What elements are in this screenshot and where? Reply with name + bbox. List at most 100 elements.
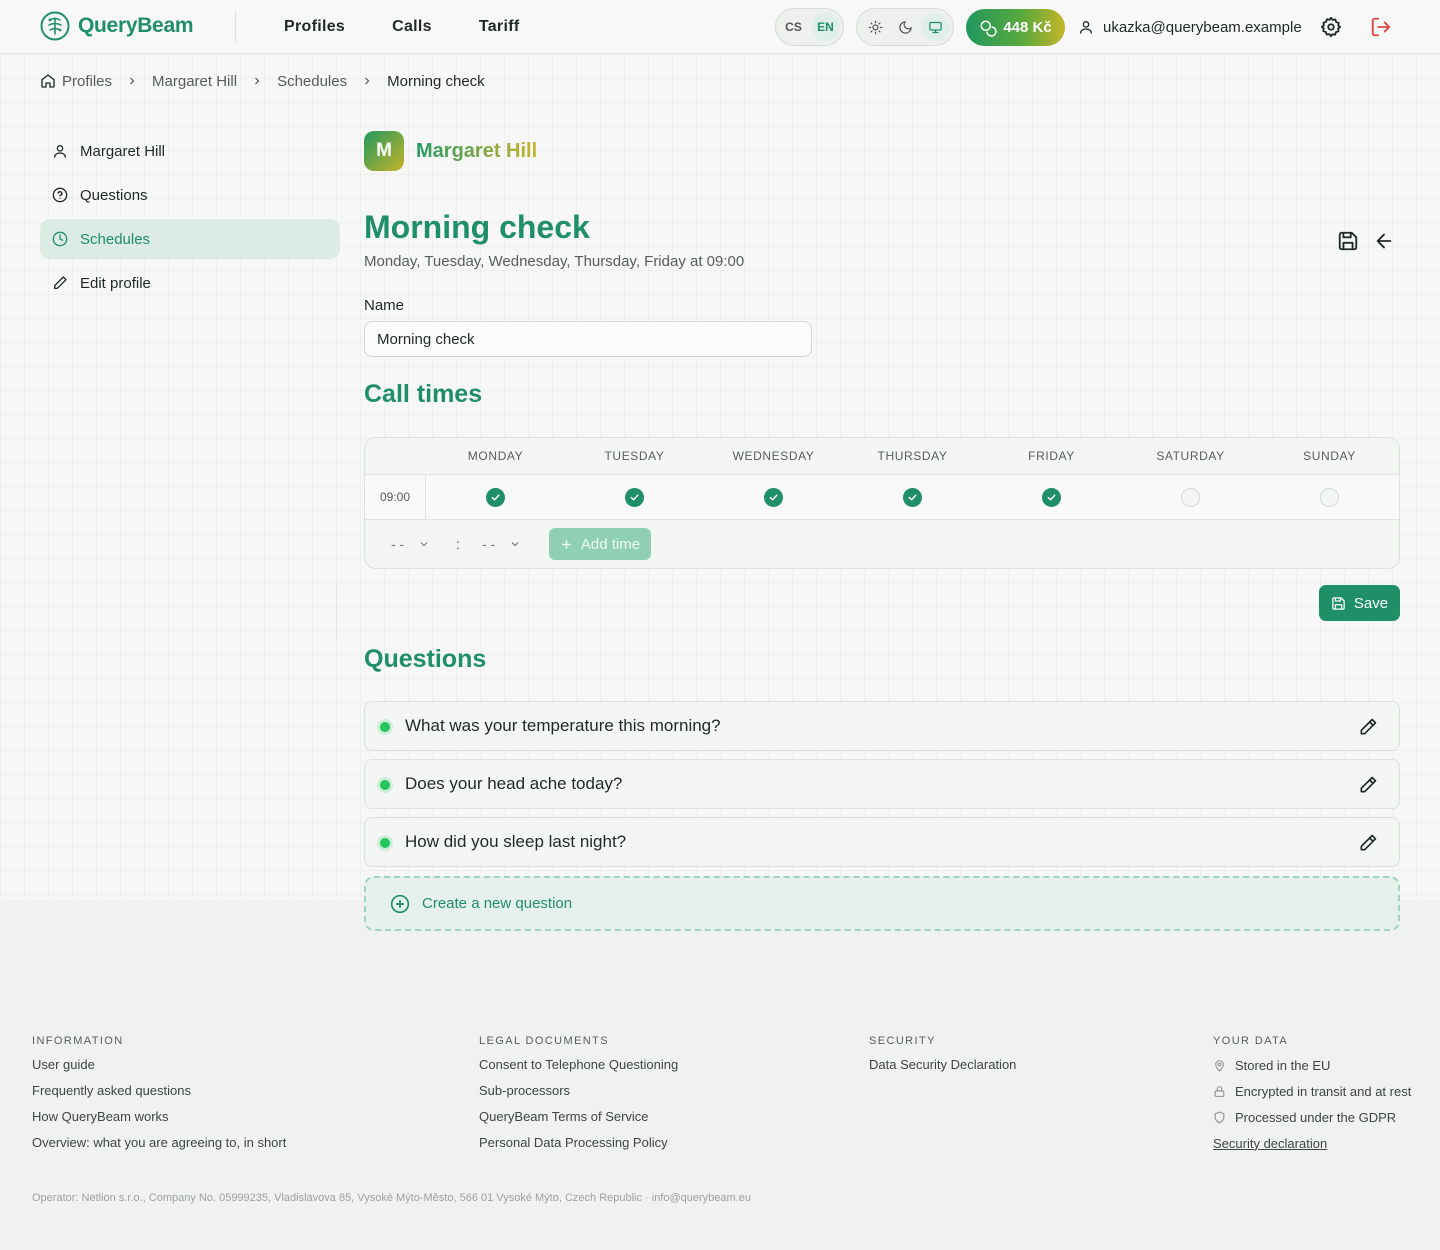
pencil-icon	[54, 276, 67, 289]
theme-light-button[interactable]	[861, 13, 889, 41]
clock-icon	[52, 231, 68, 247]
sidebar-item-questions[interactable]: Questions	[40, 175, 340, 215]
page-title: Morning check	[364, 209, 590, 245]
profile-header: M Margaret Hill	[364, 131, 1400, 171]
gear-icon[interactable]	[1320, 16, 1342, 38]
user-menu[interactable]: ukazka@querybeam.example	[1078, 0, 1302, 54]
save-icon[interactable]	[1337, 230, 1359, 252]
footer-link[interactable]: QueryBeam Terms of Service	[479, 1104, 678, 1130]
check-icon	[630, 494, 639, 501]
day-checkbox-checked[interactable]	[625, 488, 644, 507]
data-fact: Stored in the EU	[1213, 1052, 1411, 1078]
schedule-name-input[interactable]	[364, 321, 812, 357]
data-fact: Encrypted in transit and at rest	[1213, 1078, 1411, 1104]
day-checkbox-checked[interactable]	[764, 488, 783, 507]
status-dot	[380, 722, 390, 732]
user-icon	[1080, 21, 1092, 34]
security-declaration-link[interactable]: Security declaration	[1213, 1130, 1411, 1156]
arrow-left-icon[interactable]	[1373, 230, 1395, 252]
footer-link[interactable]: Sub-processors	[479, 1078, 678, 1104]
call-times-heading: Call times	[364, 380, 483, 408]
nav-profiles[interactable]: Profiles	[284, 18, 345, 36]
column-header: TUESDAY	[604, 449, 665, 463]
user-email: ukazka@querybeam.example	[1103, 18, 1302, 36]
footer-link[interactable]: Frequently asked questions	[32, 1078, 286, 1104]
footer-link[interactable]: Personal Data Processing Policy	[479, 1130, 678, 1156]
nav-calls[interactable]: Calls	[392, 18, 432, 36]
status-dot	[380, 838, 390, 848]
questions-heading: Questions	[364, 645, 487, 673]
footer-heading: YOUR DATA	[1213, 1035, 1289, 1047]
shield-icon	[1214, 1111, 1225, 1124]
coins-icon	[980, 20, 997, 37]
pencil-icon[interactable]	[1358, 717, 1378, 737]
schedule-summary: Monday, Tuesday, Wednesday, Thursday, Fr…	[364, 253, 745, 270]
time-separator: :	[456, 536, 460, 552]
sidebar-item-edit-profile[interactable]: Edit profile	[40, 263, 340, 303]
add-time-row: - - : - - Add time	[365, 520, 1399, 568]
add-time-button[interactable]: Add time	[549, 528, 651, 560]
question-item[interactable]: What was your temperature this morning?	[364, 701, 1400, 751]
profile-name[interactable]: Margaret Hill	[416, 140, 537, 163]
sidebar-item-profile[interactable]: Margaret Hill	[40, 131, 340, 171]
monitor-icon	[928, 21, 942, 33]
breadcrumb: Profiles Margaret Hill Schedules Morning…	[40, 70, 485, 92]
sidebar-item-label: Questions	[80, 186, 148, 204]
chevron-right-icon	[126, 75, 138, 87]
sun-icon	[868, 20, 882, 34]
home-icon[interactable]	[40, 73, 56, 89]
table-header: MONDAY TUESDAY WEDNESDAY THURSDAY FRIDAY…	[365, 438, 1399, 475]
sidebar-item-label: Margaret Hill	[80, 142, 166, 160]
day-checkbox-checked[interactable]	[486, 488, 505, 507]
save-label: Save	[1353, 594, 1389, 612]
day-checkbox-checked[interactable]	[1042, 488, 1061, 507]
breadcrumb-schedules[interactable]: Schedules	[277, 73, 347, 90]
lang-en-button[interactable]: EN	[811, 13, 840, 41]
plus-icon	[561, 539, 571, 549]
footer-heading: SECURITY	[869, 1035, 936, 1047]
call-times-table: MONDAY TUESDAY WEDNESDAY THURSDAY FRIDAY…	[364, 437, 1400, 569]
question-item[interactable]: How did you sleep last night?	[364, 817, 1400, 867]
breadcrumb-profiles[interactable]: Profiles	[62, 73, 112, 90]
hour-select[interactable]: - -	[391, 536, 430, 552]
logout-icon[interactable]	[1370, 16, 1392, 38]
footer-link[interactable]: User guide	[32, 1052, 286, 1078]
footer-security: SECURITY Data Security Declaration	[869, 1030, 1016, 1078]
lang-cs-button[interactable]: CS	[780, 13, 808, 41]
question-item[interactable]: Does your head ache today?	[364, 759, 1400, 809]
day-checkbox[interactable]	[1181, 488, 1200, 507]
question-text: What was your temperature this morning?	[405, 716, 721, 735]
column-header: THURSDAY	[877, 449, 948, 463]
credit-balance[interactable]: 448 Kč	[966, 9, 1065, 46]
footer-link[interactable]: Data Security Declaration	[869, 1052, 1016, 1078]
pencil-icon[interactable]	[1358, 775, 1378, 795]
header-divider	[235, 11, 236, 43]
save-button[interactable]: Save	[1319, 585, 1400, 621]
day-checkbox[interactable]	[1320, 488, 1339, 507]
moon-icon	[898, 20, 912, 34]
footer-link[interactable]: How QueryBeam works	[32, 1104, 286, 1130]
theme-dark-button[interactable]	[891, 13, 919, 41]
data-fact-label: Processed under the GDPR	[1235, 1109, 1397, 1125]
sidebar: Margaret Hill Questions Schedules Edit p…	[40, 131, 340, 307]
chevron-down-icon	[511, 542, 519, 547]
footer-link[interactable]: Consent to Telephone Questioning	[479, 1052, 678, 1078]
breadcrumb-profile[interactable]: Margaret Hill	[152, 73, 237, 90]
sidebar-item-label: Schedules	[80, 230, 151, 248]
create-question-button[interactable]: Create a new question	[364, 876, 1400, 931]
column-header: FRIDAY	[1028, 449, 1075, 463]
minute-select[interactable]: - -	[482, 536, 521, 552]
breadcrumb-current: Morning check	[387, 72, 485, 90]
day-checkbox-checked[interactable]	[903, 488, 922, 507]
sidebar-divider	[336, 580, 337, 640]
sidebar-item-schedules[interactable]: Schedules	[40, 219, 340, 259]
sidebar-item-label: Edit profile	[80, 274, 151, 292]
footer-link[interactable]: Overview: what you are agreeing to, in s…	[32, 1130, 286, 1156]
theme-system-button[interactable]	[921, 13, 949, 41]
pencil-icon[interactable]	[1358, 833, 1378, 853]
app-logo[interactable]: QueryBeam	[40, 11, 194, 41]
column-header: WEDNESDAY	[732, 449, 815, 463]
time-cell: 09:00	[365, 475, 426, 519]
plus-circle-icon	[390, 894, 410, 913]
nav-tariff[interactable]: Tariff	[479, 18, 520, 36]
